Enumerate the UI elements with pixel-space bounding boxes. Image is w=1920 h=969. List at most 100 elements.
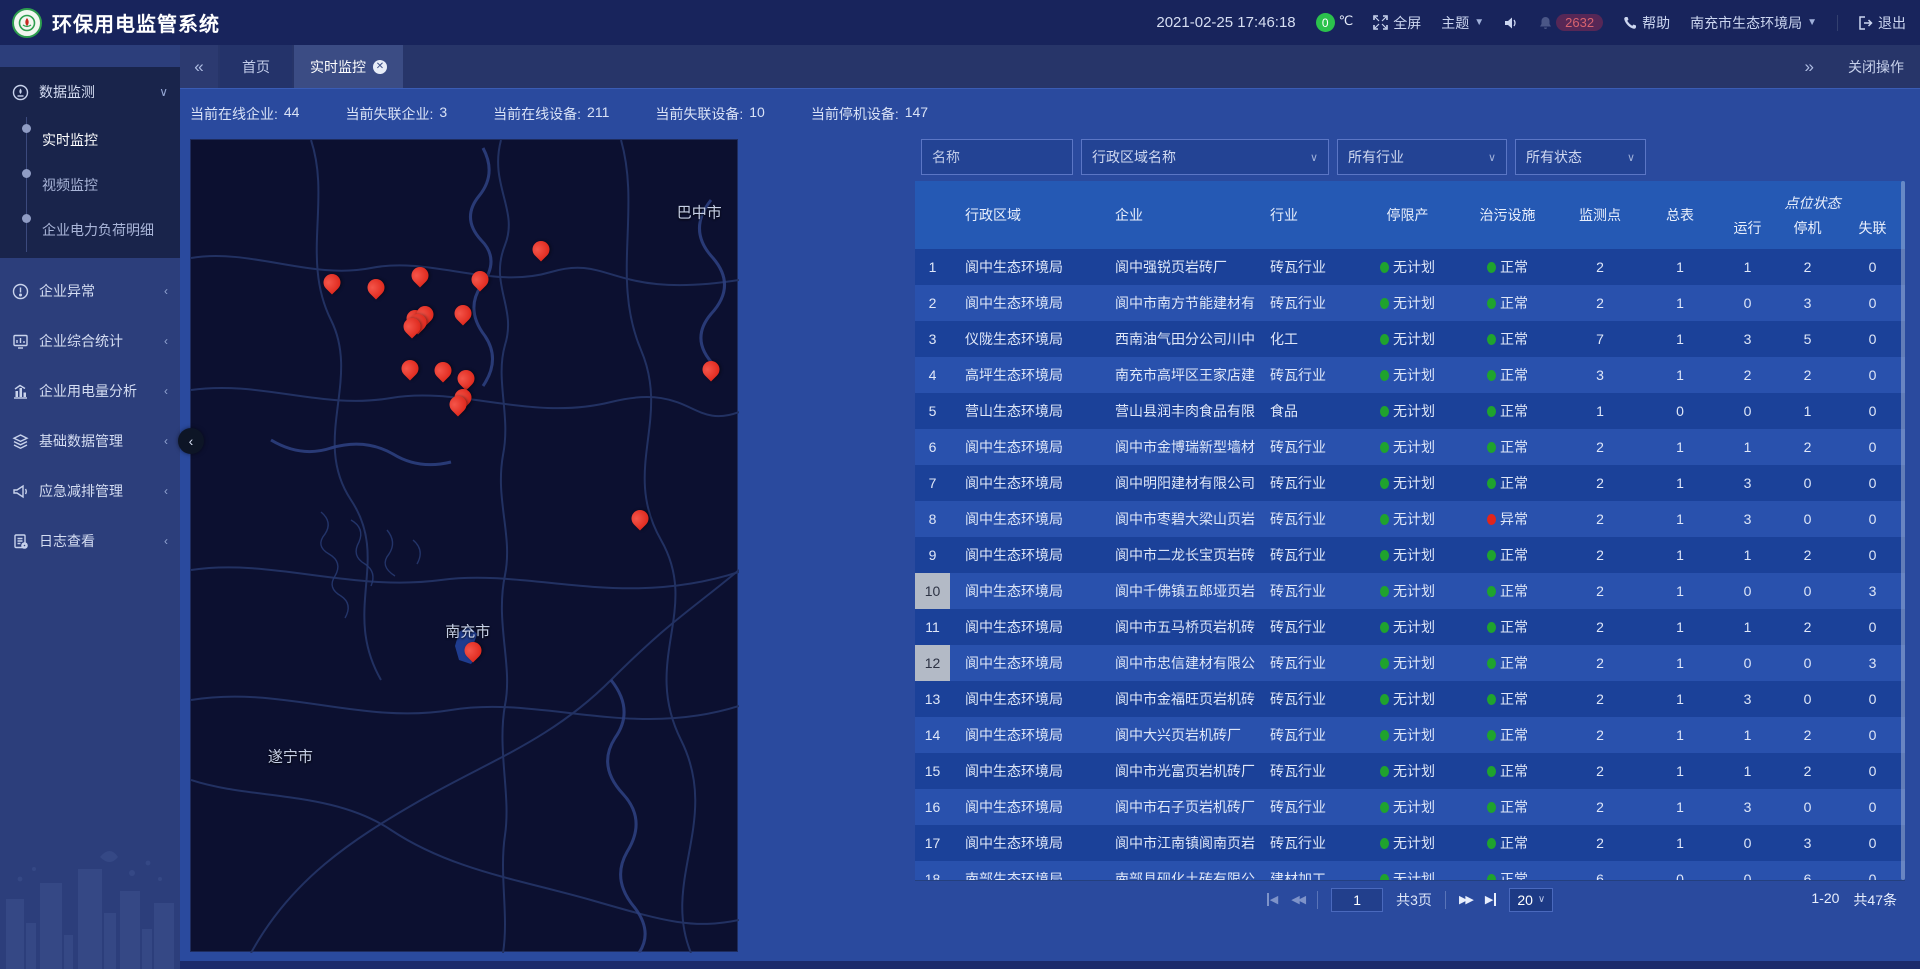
map-pin[interactable] [458, 370, 475, 387]
table-row[interactable]: 9 阆中生态环境局 阆中市二龙长宝页岩砖 砖瓦行业 无计划 正常 2 1 1 2… [915, 537, 1905, 573]
row-stopped: 3 [1775, 295, 1840, 311]
row-index: 17 [915, 825, 950, 861]
row-company: 西南油气田分公司川中 [1100, 329, 1260, 349]
row-stop-status: 无计划 [1360, 761, 1455, 781]
table-row[interactable]: 4 高坪生态环境局 南充市高坪区王家店建 砖瓦行业 无计划 正常 3 1 2 2… [915, 357, 1905, 393]
col-points: 监测点 [1560, 205, 1640, 225]
row-stopped: 0 [1775, 691, 1840, 707]
select-value: 行政区域名称 [1092, 147, 1176, 167]
map-pin[interactable] [449, 396, 466, 413]
table-row[interactable]: 7 阆中生态环境局 阆中明阳建材有限公司 砖瓦行业 无计划 正常 2 1 3 0… [915, 465, 1905, 501]
notifications-button[interactable]: 2632 [1539, 14, 1603, 31]
status-dot [1487, 550, 1496, 561]
table-row[interactable]: 5 营山生态环境局 营山县润丰肉食品有限 食品 无计划 正常 1 0 0 1 0 [915, 393, 1905, 429]
table-row[interactable]: 15 阆中生态环境局 阆中市光富页岩机砖厂 砖瓦行业 无计划 正常 2 1 1 … [915, 753, 1905, 789]
close-icon[interactable]: ✕ [373, 60, 387, 74]
map-pin[interactable] [464, 642, 481, 659]
map-pin[interactable] [401, 360, 418, 377]
sidebar-item-enterprise-abnormal[interactable]: 企业异常 ‹ [0, 266, 180, 316]
table-row[interactable]: 11 阆中生态环境局 阆中市五马桥页岩机砖 砖瓦行业 无计划 正常 2 1 1 … [915, 609, 1905, 645]
table-row[interactable]: 6 阆中生态环境局 阆中市金博瑞新型墙材 砖瓦行业 无计划 正常 2 1 1 2… [915, 429, 1905, 465]
sidebar-item-power-load-detail[interactable]: 企业电力负荷明细 [0, 207, 180, 252]
table-row[interactable]: 13 阆中生态环境局 阆中市金福旺页岩机砖 砖瓦行业 无计划 正常 2 1 3 … [915, 681, 1905, 717]
name-search-input[interactable] [921, 139, 1073, 175]
row-industry: 砖瓦行业 [1260, 437, 1360, 457]
theme-menu[interactable]: 主题 ▼ [1441, 13, 1484, 33]
row-meters: 1 [1640, 619, 1720, 635]
map-pin[interactable] [324, 274, 341, 291]
table-row[interactable]: 17 阆中生态环境局 阆中市江南镇阆南页岩 砖瓦行业 无计划 正常 2 1 0 … [915, 825, 1905, 861]
sidebar-item-log-view[interactable]: 日志查看 ‹ [0, 516, 180, 566]
mute-button[interactable] [1504, 16, 1519, 30]
brand: 环保用电监管系统 [12, 8, 220, 38]
fullscreen-button[interactable]: 全屏 [1373, 13, 1421, 33]
row-run: 1 [1720, 439, 1775, 455]
row-index: 6 [915, 429, 950, 465]
industry-select[interactable]: 所有行业 ∨ [1337, 139, 1507, 175]
map-canvas[interactable]: ‹ 巴中市南充市遂宁市 [190, 139, 738, 952]
close-operations-button[interactable]: 关闭操作 [1848, 57, 1904, 77]
status-select[interactable]: 所有状态 ∨ [1515, 139, 1646, 175]
status-dot [1380, 586, 1389, 597]
tab-bar: « 首页 实时监控 ✕ » 关闭操作 [180, 45, 1920, 88]
row-meters: 1 [1640, 295, 1720, 311]
table-row[interactable]: 3 仪陇生态环境局 西南油气田分公司川中 化工 无计划 正常 7 1 3 5 0 [915, 321, 1905, 357]
theme-label: 主题 [1441, 13, 1469, 33]
map-pin[interactable] [435, 362, 452, 379]
log-document-icon [12, 533, 29, 550]
page-size-select[interactable]: 20 ∨ [1509, 888, 1553, 912]
pagination-bar: ◀ ◀◀ 1 共3页 ▶▶ ▶ 20 [915, 880, 1905, 918]
help-button[interactable]: 帮助 [1623, 13, 1670, 33]
sidebar-item-emergency-reduction[interactable]: 应急减排管理 ‹ [0, 466, 180, 516]
map-pin[interactable] [454, 305, 471, 322]
map-pin[interactable] [412, 267, 429, 284]
first-page-button[interactable]: ◀ [1267, 893, 1278, 906]
row-stopped: 2 [1775, 547, 1840, 563]
sidebar-item-data-monitoring[interactable]: 数据监测 ∨ [0, 67, 180, 117]
row-company: 阆中市枣碧大梁山页岩 [1100, 509, 1260, 529]
table-row[interactable]: 14 阆中生态环境局 阆中大兴页岩机砖厂 砖瓦行业 无计划 正常 2 1 1 2… [915, 717, 1905, 753]
bar-chart-icon [12, 383, 29, 400]
sidebar-item-power-usage-analysis[interactable]: 企业用电量分析 ‹ [0, 366, 180, 416]
table-row[interactable]: 1 阆中生态环境局 阆中强锐页岩砖厂 砖瓦行业 无计划 正常 2 1 1 2 0 [915, 249, 1905, 285]
row-stopped: 2 [1775, 439, 1840, 455]
sidebar-item-video-monitoring[interactable]: 视频监控 [0, 162, 180, 207]
table-row[interactable]: 10 阆中生态环境局 阆中千佛镇五郎垭页岩 砖瓦行业 无计划 正常 2 1 0 … [915, 573, 1905, 609]
row-meters: 1 [1640, 763, 1720, 779]
logout-button[interactable]: 退出 [1858, 13, 1906, 33]
row-run: 3 [1720, 799, 1775, 815]
org-menu[interactable]: 南充市生态环境局 ▼ [1690, 13, 1817, 33]
map-pin[interactable] [404, 318, 421, 335]
last-page-button[interactable]: ▶ [1485, 893, 1496, 906]
region-select[interactable]: 行政区域名称 ∨ [1081, 139, 1329, 175]
map-pin[interactable] [532, 241, 549, 258]
divider [1445, 891, 1446, 909]
row-industry: 化工 [1260, 329, 1360, 349]
map-pin[interactable] [471, 271, 488, 288]
next-page-button[interactable]: ▶▶ [1459, 893, 1472, 906]
prev-page-button[interactable]: ◀◀ [1291, 893, 1304, 906]
sidebar-item-realtime-monitoring[interactable]: 实时监控 [0, 117, 180, 162]
map-pin[interactable] [367, 279, 384, 296]
tabs-scroll-right-button[interactable]: » [1805, 57, 1814, 77]
map-pin[interactable] [703, 361, 720, 378]
row-facility-status: 正常 [1455, 545, 1560, 565]
table-row[interactable]: 16 阆中生态环境局 阆中市石子页岩机砖厂 砖瓦行业 无计划 正常 2 1 3 … [915, 789, 1905, 825]
table-scrollbar[interactable] [1901, 181, 1905, 880]
tab-realtime-monitoring[interactable]: 实时监控 ✕ [294, 45, 403, 88]
sidebar-item-enterprise-statistics[interactable]: 企业综合统计 ‹ [0, 316, 180, 366]
table-row[interactable]: 12 阆中生态环境局 阆中市忠信建材有限公 砖瓦行业 无计划 正常 2 1 0 … [915, 645, 1905, 681]
table-row[interactable]: 8 阆中生态环境局 阆中市枣碧大梁山页岩 砖瓦行业 无计划 异常 2 1 3 0… [915, 501, 1905, 537]
app-title: 环保用电监管系统 [52, 8, 220, 37]
sidebar-item-base-data-management[interactable]: 基础数据管理 ‹ [0, 416, 180, 466]
row-lost: 0 [1840, 403, 1905, 419]
row-industry: 砖瓦行业 [1260, 689, 1360, 709]
table-row[interactable]: 2 阆中生态环境局 阆中市南方节能建材有 砖瓦行业 无计划 正常 2 1 0 3… [915, 285, 1905, 321]
row-points: 2 [1560, 295, 1640, 311]
tab-home[interactable]: 首页 [220, 45, 292, 88]
tabs-scroll-left-button[interactable]: « [180, 45, 218, 88]
row-company: 阆中明阳建材有限公司 [1100, 473, 1260, 493]
page-number-input[interactable]: 1 [1331, 888, 1383, 912]
map-pin[interactable] [632, 510, 649, 527]
map-collapse-button[interactable]: ‹ [178, 428, 204, 454]
